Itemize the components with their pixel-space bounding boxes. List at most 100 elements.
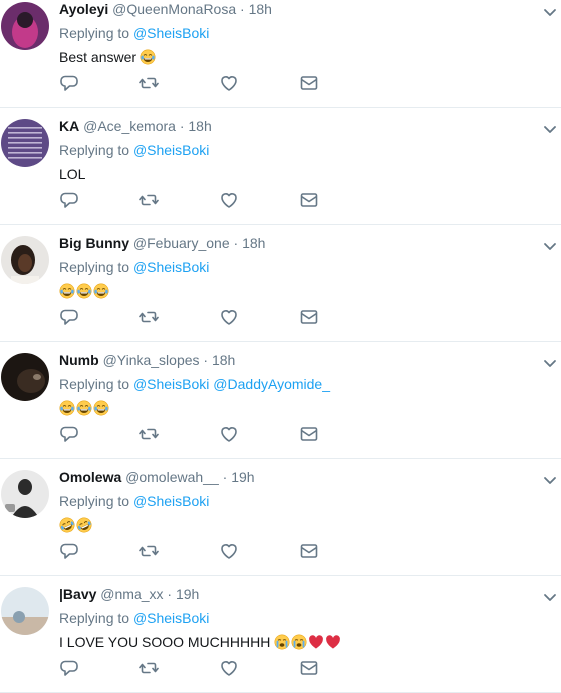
chevron-down-icon[interactable] [542, 589, 558, 605]
reply-tweet[interactable]: Ayoleyi @QueenMonaRosa · 18h Replying to … [0, 0, 561, 108]
user-handle[interactable]: @Yinka_slopes [103, 352, 200, 368]
retweet-button[interactable] [139, 73, 159, 93]
dm-button[interactable] [299, 424, 319, 444]
user-handle[interactable]: @Ace_kemora [83, 118, 176, 134]
mention-link[interactable]: @DaddyAyomide_ [213, 376, 330, 392]
reply-tweet[interactable]: KA @Ace_kemora · 18h Replying to @SheisBo… [0, 108, 561, 225]
reply-icon [60, 75, 78, 91]
retweet-button[interactable] [139, 541, 159, 561]
user-handle[interactable]: @Febuary_one [133, 235, 230, 251]
heart-emoji-icon [326, 635, 341, 649]
retweet-icon [139, 428, 159, 440]
tweet-header: Big Bunny @Febuary_one · 18h [59, 234, 531, 252]
avatar[interactable] [1, 353, 49, 401]
mention-link[interactable]: @SheisBoki [133, 376, 209, 392]
user-handle[interactable]: @omolewah__ [125, 469, 219, 485]
timestamp[interactable]: 18h [188, 118, 211, 134]
like-button[interactable] [219, 424, 239, 444]
chevron-down-icon[interactable] [542, 238, 558, 254]
envelope-icon [300, 310, 318, 324]
retweet-icon [139, 545, 159, 557]
avatar[interactable] [1, 470, 49, 518]
envelope-icon [300, 661, 318, 675]
reply-tweet[interactable]: Big Bunny @Febuary_one · 18h Replying to … [0, 225, 561, 342]
mention-link[interactable]: @SheisBoki [133, 259, 209, 275]
reply-icon [60, 192, 78, 208]
like-button[interactable] [219, 658, 239, 678]
reply-tweet[interactable]: Numb @Yinka_slopes · 18h Replying to @She… [0, 342, 561, 459]
avatar[interactable] [1, 587, 49, 635]
user-handle[interactable]: @QueenMonaRosa [112, 1, 236, 17]
tweet-content: KA @Ace_kemora · 18h Replying to @SheisBo… [59, 117, 531, 183]
avatar[interactable] [1, 2, 49, 50]
timestamp[interactable]: 19h [176, 586, 199, 602]
chevron-down-icon[interactable] [542, 4, 558, 20]
reply-button[interactable] [59, 658, 79, 678]
tweet-text-content: Best answer [59, 49, 137, 65]
reply-button[interactable] [59, 424, 79, 444]
dm-button[interactable] [299, 73, 319, 93]
avatar[interactable] [1, 119, 49, 167]
display-name[interactable]: Numb [59, 352, 99, 368]
replying-label: Replying to [59, 259, 130, 275]
retweet-button[interactable] [139, 424, 159, 444]
separator-dot: · [236, 1, 249, 17]
dm-button[interactable] [299, 541, 319, 561]
replying-label: Replying to [59, 142, 130, 158]
joy-emoji-icon [59, 283, 75, 299]
timestamp[interactable]: 18h [212, 352, 235, 368]
dm-button[interactable] [299, 190, 319, 210]
tweet-content: Big Bunny @Febuary_one · 18h Replying to … [59, 234, 531, 300]
reply-tweet[interactable]: |Bavy @nma_xx · 19h Replying to @SheisBok… [0, 576, 561, 693]
envelope-icon [300, 544, 318, 558]
avatar[interactable] [1, 236, 49, 284]
dm-button[interactable] [299, 307, 319, 327]
envelope-icon [300, 76, 318, 90]
joy-emoji-icon [59, 400, 75, 416]
display-name[interactable]: KA [59, 118, 79, 134]
rofl-emoji-icon [76, 517, 92, 533]
tweet-actions [59, 658, 329, 678]
dm-button[interactable] [299, 658, 319, 678]
like-button[interactable] [219, 307, 239, 327]
mention-link[interactable]: @SheisBoki [133, 142, 209, 158]
reply-button[interactable] [59, 307, 79, 327]
timestamp[interactable]: 18h [242, 235, 265, 251]
reply-button[interactable] [59, 541, 79, 561]
heart-icon [221, 310, 237, 325]
display-name[interactable]: Omolewa [59, 469, 121, 485]
tweet-text: LOL [59, 165, 531, 183]
mention-link[interactable]: @SheisBoki [133, 25, 209, 41]
display-name[interactable]: Ayoleyi [59, 1, 108, 17]
like-button[interactable] [219, 73, 239, 93]
replying-label: Replying to [59, 25, 130, 41]
tweet-content: Numb @Yinka_slopes · 18h Replying to @She… [59, 351, 531, 417]
retweet-button[interactable] [139, 307, 159, 327]
reply-tweet[interactable]: Omolewa @omolewah__ · 19h Replying to @Sh… [0, 459, 561, 576]
retweet-button[interactable] [139, 658, 159, 678]
replying-to: Replying to @SheisBoki [59, 609, 531, 627]
chevron-down-icon[interactable] [542, 355, 558, 371]
like-button[interactable] [219, 190, 239, 210]
mention-link[interactable]: @SheisBoki [133, 610, 209, 626]
reply-icon [60, 309, 78, 325]
retweet-icon [139, 194, 159, 206]
replying-to: Replying to @SheisBoki [59, 492, 531, 510]
display-name[interactable]: Big Bunny [59, 235, 129, 251]
display-name[interactable]: |Bavy [59, 586, 96, 602]
chevron-down-icon[interactable] [542, 121, 558, 137]
reply-button[interactable] [59, 190, 79, 210]
like-button[interactable] [219, 541, 239, 561]
retweet-button[interactable] [139, 190, 159, 210]
reply-button[interactable] [59, 73, 79, 93]
tweet-header: Ayoleyi @QueenMonaRosa · 18h [59, 0, 531, 18]
heart-icon [221, 661, 237, 676]
timestamp[interactable]: 19h [231, 469, 254, 485]
heart-icon [221, 76, 237, 91]
mention-link[interactable]: @SheisBoki [133, 493, 209, 509]
chevron-down-icon[interactable] [542, 472, 558, 488]
timestamp[interactable]: 18h [249, 1, 272, 17]
retweet-icon [139, 662, 159, 674]
heart-icon [221, 427, 237, 442]
user-handle[interactable]: @nma_xx [100, 586, 163, 602]
